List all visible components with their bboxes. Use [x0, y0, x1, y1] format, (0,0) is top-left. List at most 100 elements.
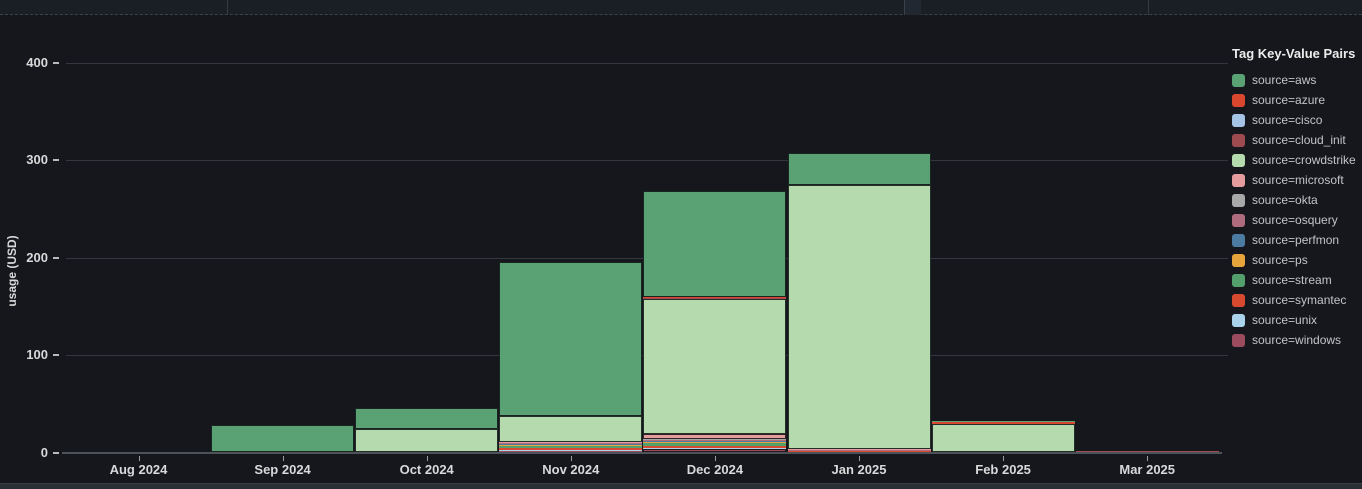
x-tick-label: Jan 2025: [814, 463, 904, 477]
legend-item-unix[interactable]: source=unix: [1232, 310, 1360, 330]
bar-segment-jan-2025-crowdstrike[interactable]: [788, 185, 931, 449]
bar-segment-dec-2024-crowdstrike[interactable]: [643, 299, 786, 434]
bar-segment-nov-2024-aws[interactable]: [499, 262, 642, 417]
x-tick-mark: [1003, 456, 1004, 461]
bar-segment-nov-2024-symantec[interactable]: [499, 448, 642, 449]
legend-item-label: source=ps: [1252, 253, 1308, 267]
bar-segment-jan-2025-aws[interactable]: [788, 153, 931, 185]
legend-item-label: source=microsoft: [1252, 173, 1344, 187]
chrome-strip-divider: [1148, 0, 1149, 15]
legend-swatch-icon: [1232, 74, 1245, 87]
bar-segment-dec-2024-unix[interactable]: [643, 448, 786, 449]
x-tick-label: Dec 2024: [670, 463, 760, 477]
bar-segment-nov-2024-stream[interactable]: [499, 446, 642, 448]
legend-item-label: source=cisco: [1252, 113, 1322, 127]
legend-item-azure[interactable]: source=azure: [1232, 90, 1360, 110]
legend-swatch-icon: [1232, 154, 1245, 167]
legend-item-cloud_init[interactable]: source=cloud_init: [1232, 130, 1360, 150]
legend-item-cisco[interactable]: source=cisco: [1232, 110, 1360, 130]
y-tick-label: 100: [8, 348, 48, 362]
bar-segment-feb-2025-crowdstrike[interactable]: [932, 424, 1075, 451]
bar-segment-dec-2024-perfmon[interactable]: [643, 441, 786, 442]
legend-item-perfmon[interactable]: source=perfmon: [1232, 230, 1360, 250]
bar-segment-nov-2024-unix[interactable]: [499, 450, 642, 451]
x-tick-label: Feb 2025: [958, 463, 1048, 477]
legend-item-label: source=perfmon: [1252, 233, 1339, 247]
usage-stacked-bar-chart: usage (USD) 0100200300400Aug 2024Sep 202…: [0, 15, 1362, 483]
legend-item-crowdstrike[interactable]: source=crowdstrike: [1232, 150, 1360, 170]
x-tick-mark: [427, 456, 428, 461]
legend-swatch-icon: [1232, 294, 1245, 307]
legend-swatch-icon: [1232, 274, 1245, 287]
legend: Tag Key-Value Pairs source=aws source=azu…: [1232, 46, 1360, 350]
x-tick-mark: [715, 456, 716, 461]
bar-segment-oct-2024-crowdstrike[interactable]: [355, 429, 498, 452]
x-tick-label: Oct 2024: [382, 463, 472, 477]
legend-item-windows[interactable]: source=windows: [1232, 330, 1360, 350]
legend-item-label: source=crowdstrike: [1252, 153, 1356, 167]
x-tick-mark: [571, 456, 572, 461]
legend-title: Tag Key-Value Pairs: [1232, 46, 1360, 61]
legend-swatch-icon: [1232, 134, 1245, 147]
x-tick-label: Nov 2024: [526, 463, 616, 477]
bar-segment-feb-2025-aws[interactable]: [932, 421, 1075, 422]
legend-swatch-icon: [1232, 94, 1245, 107]
x-tick-mark: [283, 456, 284, 461]
x-tick-label: Sep 2024: [238, 463, 328, 477]
legend-swatch-icon: [1232, 114, 1245, 127]
legend-item-label: source=azure: [1252, 93, 1325, 107]
legend-item-label: source=windows: [1252, 333, 1341, 347]
y-tick-mark: [53, 452, 59, 454]
bar-segment-jan-2025-microsoft[interactable]: [788, 449, 931, 450]
bar-segment-dec-2024-aws[interactable]: [643, 191, 786, 297]
legend-item-stream[interactable]: source=stream: [1232, 270, 1360, 290]
bar-segment-jan-2025-osquery[interactable]: [788, 450, 931, 451]
y-tick-label: 400: [8, 56, 48, 70]
bar-segment-dec-2024-microsoft[interactable]: [643, 434, 786, 439]
legend-swatch-icon: [1232, 174, 1245, 187]
legend-item-label: source=okta: [1252, 193, 1318, 207]
x-axis-line: [62, 452, 1222, 454]
bar-segment-oct-2024-aws[interactable]: [355, 408, 498, 429]
usage-dashboard-panel: usage (USD) 0100200300400Aug 2024Sep 202…: [0, 0, 1362, 489]
y-tick-mark: [53, 62, 59, 64]
y-tick-label: 200: [8, 251, 48, 265]
legend-item-microsoft[interactable]: source=microsoft: [1232, 170, 1360, 190]
legend-item-label: source=osquery: [1252, 213, 1338, 227]
bar-segment-dec-2024-okta[interactable]: [643, 439, 786, 440]
bar-segment-dec-2024-stream[interactable]: [643, 443, 786, 446]
chrome-strip-tab-edge: [904, 0, 921, 15]
legend-item-label: source=symantec: [1252, 293, 1346, 307]
y-tick-mark: [53, 257, 59, 259]
y-gridline: [66, 160, 1228, 161]
legend-item-label: source=unix: [1252, 313, 1317, 327]
bar-segment-nov-2024-crowdstrike[interactable]: [499, 416, 642, 441]
legend-swatch-icon: [1232, 314, 1245, 327]
browser-chrome-strip: [0, 0, 1362, 15]
legend-item-ps[interactable]: source=ps: [1232, 250, 1360, 270]
y-tick-mark: [53, 354, 59, 356]
y-gridline: [66, 63, 1228, 64]
bar-segment-dec-2024-symantec[interactable]: [643, 446, 786, 448]
bar-segment-nov-2024-microsoft[interactable]: [499, 442, 642, 443]
bottom-scroll-strip[interactable]: [0, 483, 1362, 489]
y-tick-mark: [53, 159, 59, 161]
legend-item-okta[interactable]: source=okta: [1232, 190, 1360, 210]
x-tick-label: Aug 2024: [94, 463, 184, 477]
bar-segment-feb-2025-azure[interactable]: [932, 422, 1075, 424]
legend-swatch-icon: [1232, 214, 1245, 227]
legend-swatch-icon: [1232, 334, 1245, 347]
legend-item-osquery[interactable]: source=osquery: [1232, 210, 1360, 230]
legend-item-label: source=stream: [1252, 273, 1332, 287]
x-tick-mark: [859, 456, 860, 461]
legend-swatch-icon: [1232, 234, 1245, 247]
legend-item-label: source=aws: [1252, 73, 1316, 87]
legend-item-label: source=cloud_init: [1252, 133, 1346, 147]
bar-segment-sep-2024-aws[interactable]: [211, 425, 354, 452]
legend-item-aws[interactable]: source=aws: [1232, 70, 1360, 90]
chrome-strip-divider: [227, 0, 228, 15]
y-tick-label: 0: [8, 446, 48, 460]
bar-segment-dec-2024-azure[interactable]: [643, 297, 786, 298]
legend-item-symantec[interactable]: source=symantec: [1232, 290, 1360, 310]
x-tick-mark: [1147, 456, 1148, 461]
